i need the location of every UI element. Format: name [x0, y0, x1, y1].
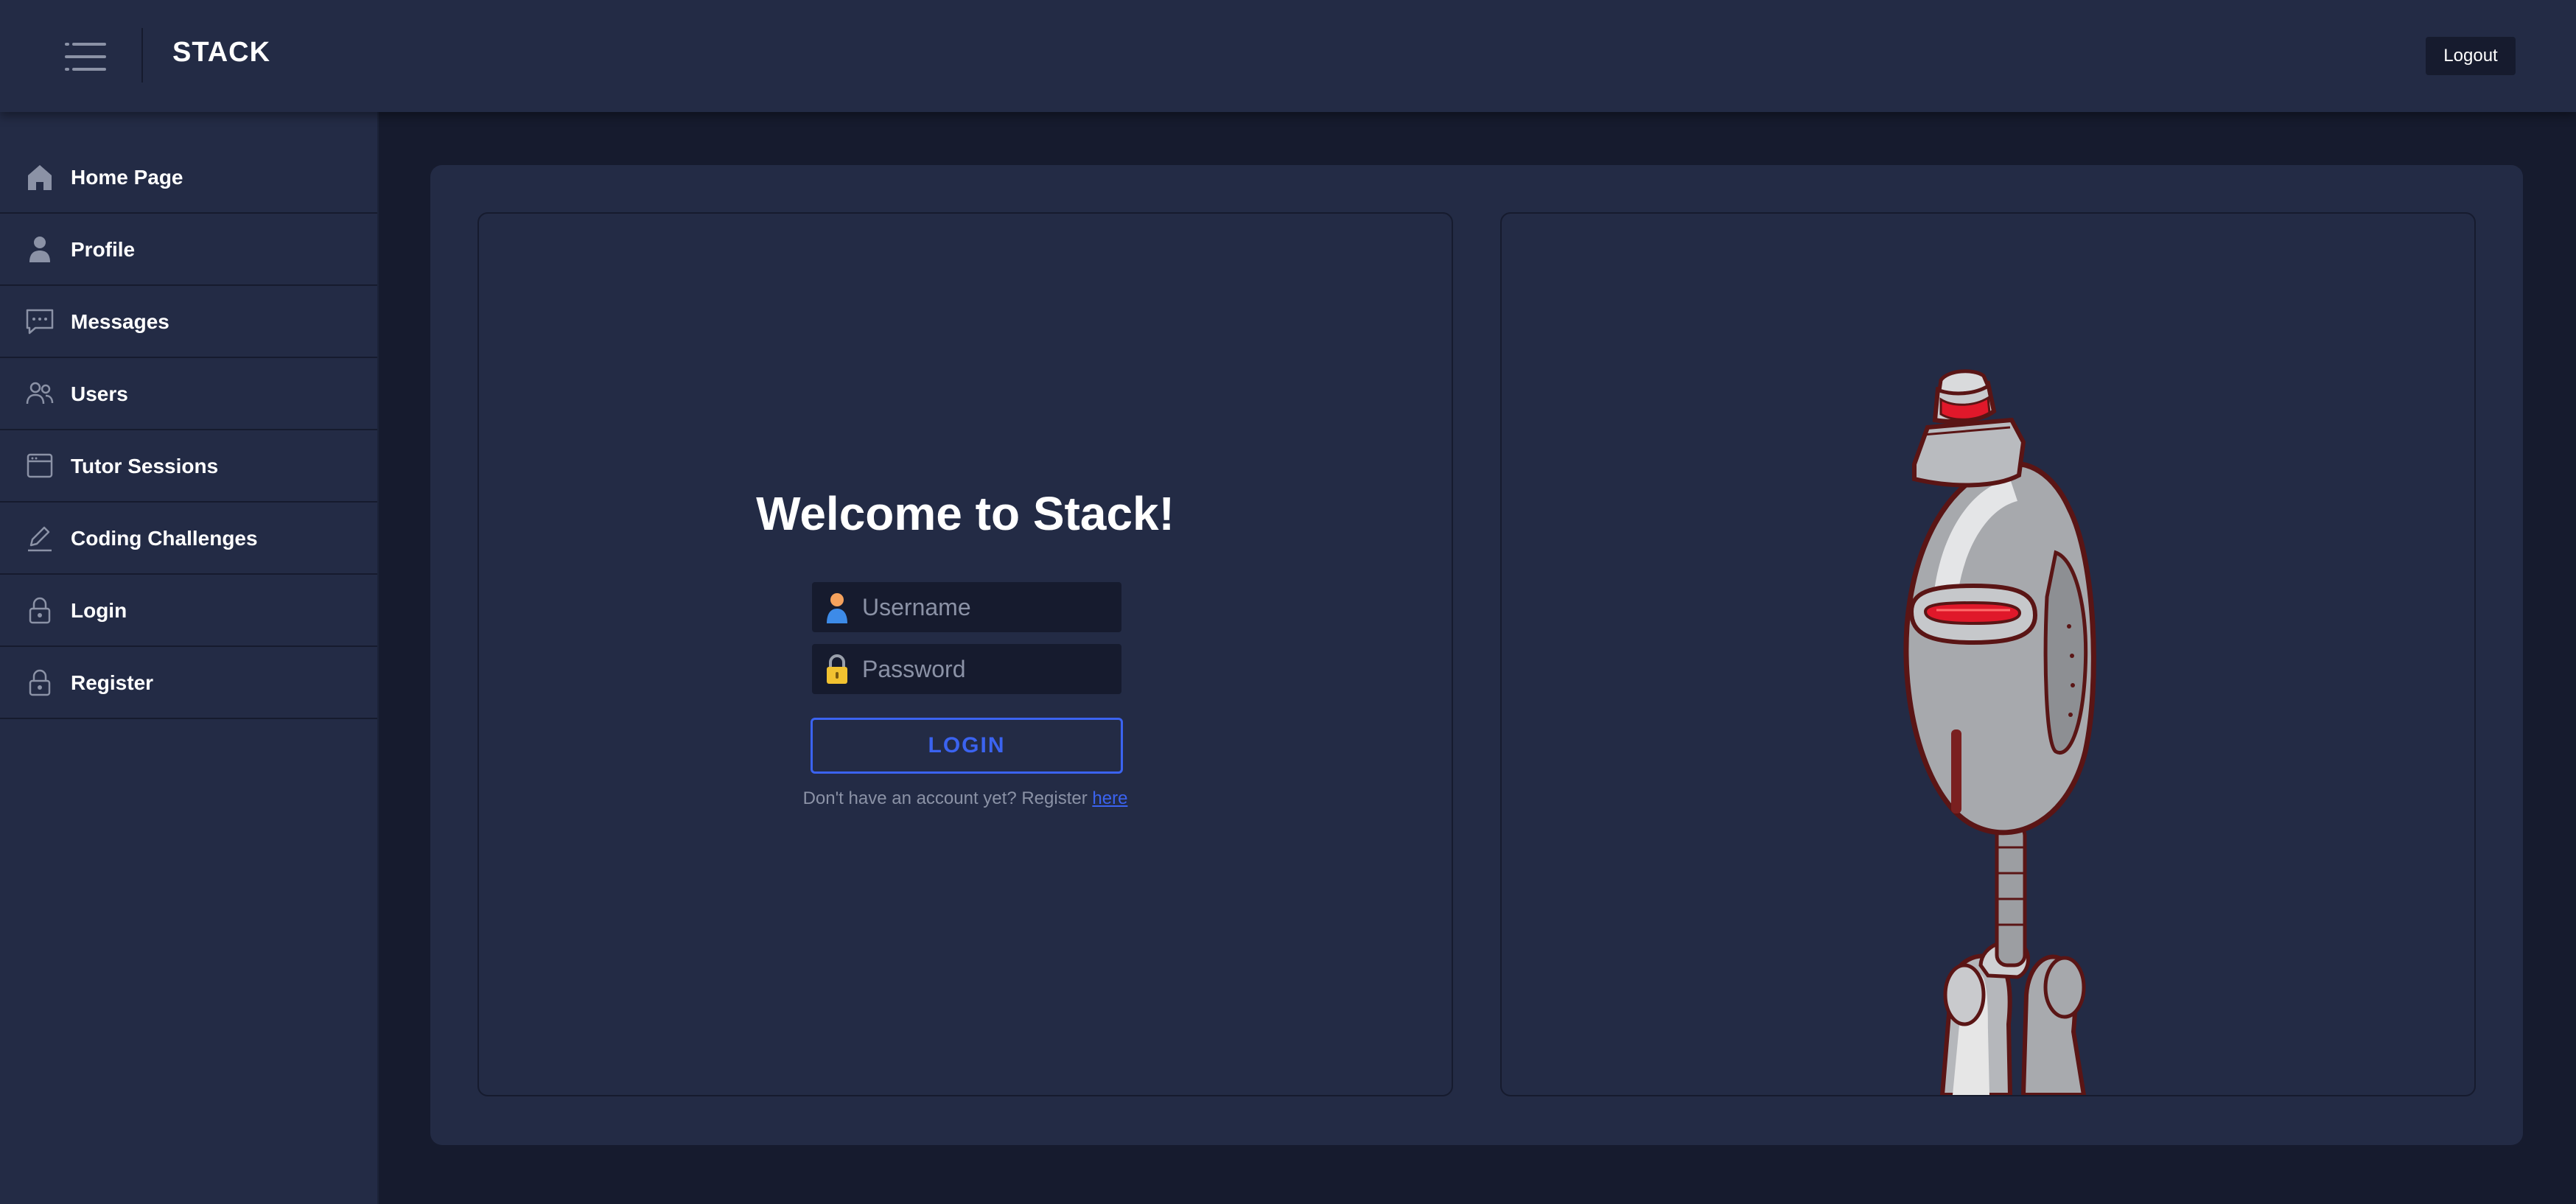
register-link[interactable]: here	[1092, 788, 1127, 808]
username-field	[812, 582, 1121, 632]
sidebar-item-label: Profile	[71, 238, 136, 261]
login-button[interactable]: LOGIN	[811, 718, 1123, 774]
calendar-window-icon	[25, 451, 55, 480]
header-divider	[141, 28, 143, 83]
sidebar-item-label: Register	[71, 671, 154, 694]
sidebar-item-coding-challenges[interactable]: Coding Challenges	[0, 503, 377, 575]
sidebar-item-login[interactable]: Login	[0, 575, 377, 647]
password-input[interactable]	[862, 644, 1113, 694]
brand-title: STACK	[172, 37, 271, 68]
sidebar-item-label: Messages	[71, 310, 169, 333]
chat-icon	[25, 307, 55, 336]
lock-icon	[25, 595, 55, 625]
robot-illustration	[1903, 369, 2096, 1095]
robot-hat	[1912, 369, 2026, 488]
user-icon	[25, 234, 55, 264]
lock-icon	[25, 668, 55, 697]
register-prompt: Don't have an account yet? Register here	[479, 788, 1452, 809]
sidebar-item-register[interactable]: Register	[0, 647, 377, 719]
sidebar-item-label: Home Page	[71, 166, 183, 189]
illustration-card	[1500, 212, 2476, 1096]
home-icon	[25, 162, 55, 192]
password-field	[812, 644, 1121, 694]
sidebar-item-messages[interactable]: Messages	[0, 286, 377, 358]
login-card: Welcome to Stack! LOGIN Don't have an ac…	[477, 212, 1453, 1096]
padlock-icon	[822, 653, 852, 685]
sidebar-item-tutor-sessions[interactable]: Tutor Sessions	[0, 430, 377, 503]
robot-head	[1903, 461, 2096, 836]
users-icon	[25, 379, 55, 408]
menu-icon[interactable]	[65, 41, 106, 72]
sidebar-item-home-page[interactable]: Home Page	[0, 141, 377, 214]
sidebar-item-label: Coding Challenges	[71, 527, 258, 550]
robot-neck	[1995, 823, 2027, 967]
register-prompt-text: Don't have an account yet? Register	[802, 788, 1093, 808]
top-bar: STACK Logout	[0, 0, 2576, 112]
main-panel: Welcome to Stack! LOGIN Don't have an ac…	[430, 165, 2523, 1145]
sidebar-item-label: Users	[71, 382, 128, 405]
user-avatar-icon	[822, 591, 852, 623]
sidebar-item-profile[interactable]: Profile	[0, 214, 377, 286]
username-input[interactable]	[862, 582, 1113, 632]
sidebar: Home Page Profile Messages Users Tutor S…	[0, 112, 379, 1204]
sidebar-item-label: Tutor Sessions	[71, 455, 219, 477]
pencil-icon	[25, 523, 55, 553]
logout-button[interactable]: Logout	[2426, 37, 2516, 75]
page-title: Welcome to Stack!	[756, 487, 1175, 540]
sidebar-item-users[interactable]: Users	[0, 358, 377, 430]
sidebar-item-label: Login	[71, 599, 127, 622]
